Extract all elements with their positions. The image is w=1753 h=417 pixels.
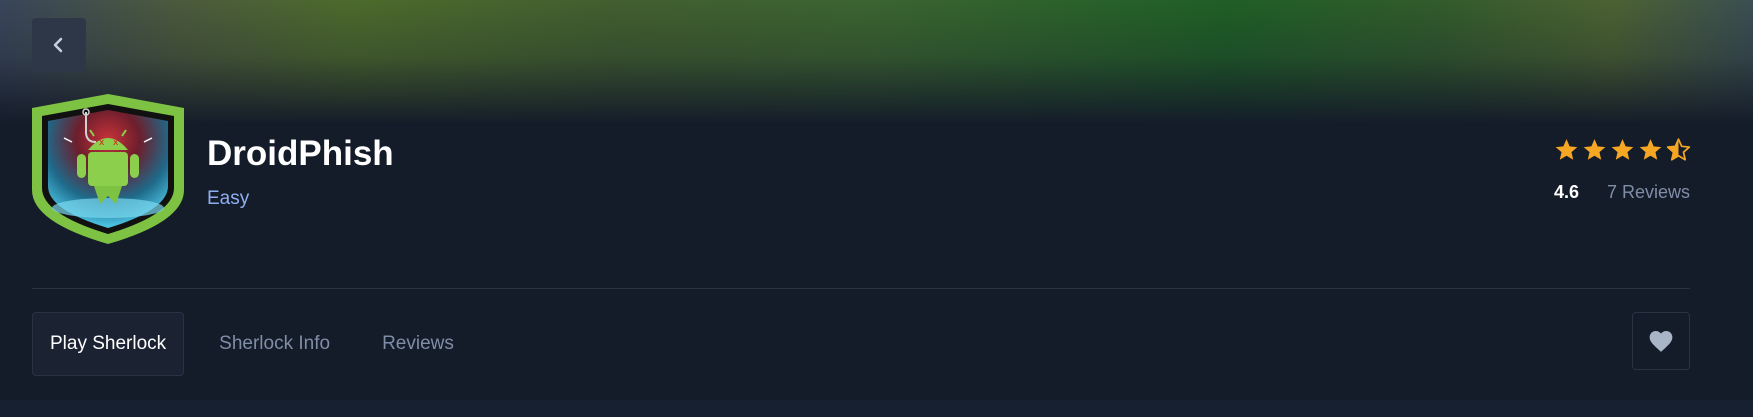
star-icon: [1611, 139, 1634, 160]
reviews-link[interactable]: 7 Reviews: [1607, 180, 1690, 204]
star-half-icon: [1666, 138, 1691, 161]
difficulty-badge: Easy: [207, 188, 250, 209]
rating-value: 4.6: [1554, 182, 1580, 202]
svg-text:x: x: [99, 138, 105, 148]
header-banner: [0, 0, 1753, 125]
star-icon: [1555, 139, 1578, 160]
heart-icon: [1649, 331, 1673, 352]
tab-bar: Play Sherlock Sherlock Info Reviews: [32, 312, 489, 376]
svg-text:x: x: [113, 138, 119, 148]
android-phishing-shield-logo: x x: [32, 94, 184, 244]
back-button[interactable]: [32, 18, 86, 72]
section-divider: [32, 288, 1690, 289]
tab-play-sherlock[interactable]: Play Sherlock: [32, 312, 185, 376]
page-title: DroidPhish: [207, 134, 394, 173]
favorite-button[interactable]: [1632, 312, 1690, 370]
rating-stars: [1553, 137, 1692, 163]
content-area-edge: [0, 400, 1753, 417]
tab-sherlock-info[interactable]: Sherlock Info: [202, 312, 347, 376]
chevron-left-icon: [53, 37, 63, 53]
star-icon: [1639, 139, 1662, 160]
tab-reviews[interactable]: Reviews: [365, 312, 471, 376]
star-icon: [1583, 139, 1606, 160]
